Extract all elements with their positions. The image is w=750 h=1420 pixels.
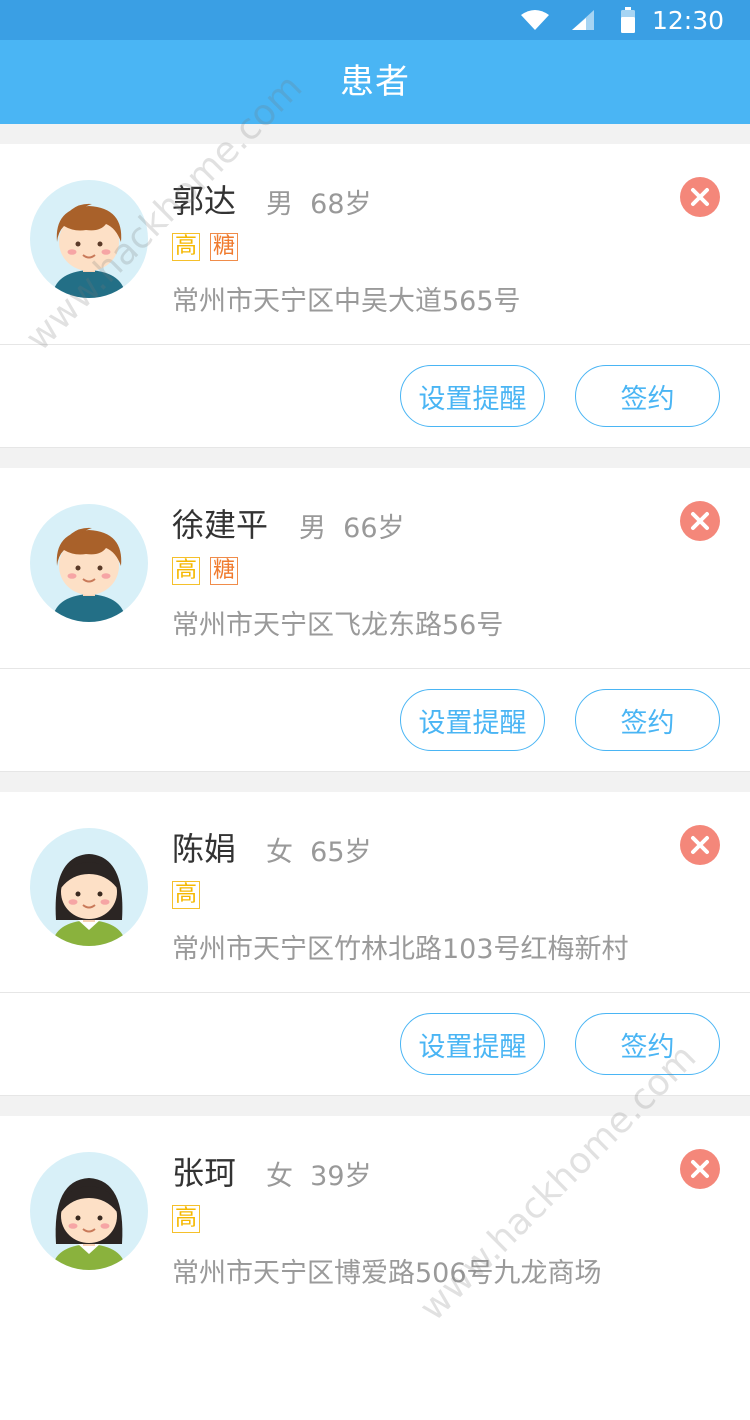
wifi-icon (520, 10, 549, 30)
sign-contract-button[interactable]: 签约 (575, 365, 720, 427)
condition-tags: 高 (172, 1205, 200, 1233)
card-actions: 设置提醒 签约 (0, 992, 750, 1096)
patient-gender-age: 男 66岁 (299, 506, 405, 545)
tag-diabetes: 糖 (210, 557, 238, 585)
set-reminder-button[interactable]: 设置提醒 (400, 1013, 545, 1075)
patient-name: 郭达 (172, 182, 237, 220)
close-icon (680, 1149, 720, 1189)
patient-gender: 男 (266, 189, 293, 220)
status-time: 12:30 (651, 5, 724, 35)
tag-hypertension: 高 (172, 1205, 200, 1233)
remove-patient-button[interactable] (680, 501, 720, 541)
patient-gender: 女 (266, 1161, 293, 1192)
patient-name: 陈娟 (172, 830, 237, 868)
close-icon (680, 501, 720, 541)
status-icons: 12:30 (520, 0, 724, 40)
remove-patient-button[interactable] (680, 825, 720, 865)
page-title: 患者 (340, 62, 410, 102)
condition-tags: 高 糖 (172, 233, 238, 261)
remove-patient-button[interactable] (680, 177, 720, 217)
patient-age: 39岁 (310, 1161, 372, 1192)
patient-gender-age: 女 39岁 (266, 1154, 372, 1193)
patient-gender-age: 男 68岁 (266, 182, 372, 221)
status-bar: 12:30 (0, 0, 750, 40)
patient-card: 郭达 男 68岁 高 糖 常州市天宁区中吴大道565号 设置提醒 签约 (0, 144, 750, 448)
patient-card: 张珂 女 39岁 高 常州市天宁区博爱路506号九龙商场 (0, 1116, 750, 1420)
tag-hypertension: 高 (172, 233, 200, 261)
patient-card: 陈娟 女 65岁 高 常州市天宁区竹林北路103号红梅新村 设置提醒 签约 (0, 792, 750, 1096)
close-icon (680, 177, 720, 217)
patient-gender-age: 女 65岁 (266, 830, 372, 869)
patient-address: 常州市天宁区飞龙东路56号 (172, 610, 504, 641)
close-icon (680, 825, 720, 865)
patient-age: 65岁 (310, 837, 372, 868)
remove-patient-button[interactable] (680, 1149, 720, 1189)
patient-age: 66岁 (343, 513, 405, 544)
cell-signal-icon (571, 10, 594, 30)
boy-avatar-icon (30, 504, 148, 622)
girl-avatar-icon (30, 828, 148, 946)
patient-name: 徐建平 (172, 506, 269, 544)
patient-card: 徐建平 男 66岁 高 糖 常州市天宁区飞龙东路56号 设置提醒 签约 (0, 468, 750, 772)
sign-contract-button[interactable]: 签约 (575, 1013, 720, 1075)
patient-age: 68岁 (310, 189, 372, 220)
patient-gender: 女 (266, 837, 293, 868)
tag-hypertension: 高 (172, 881, 200, 909)
patient-address: 常州市天宁区博爱路506号九龙商场 (172, 1258, 602, 1289)
battery-icon (620, 7, 635, 33)
app-header: 患者 (0, 40, 750, 124)
condition-tags: 高 糖 (172, 557, 238, 585)
card-actions: 设置提醒 签约 (0, 668, 750, 772)
patient-gender: 男 (299, 513, 326, 544)
patient-name: 张珂 (172, 1154, 237, 1192)
sign-contract-button[interactable]: 签约 (575, 689, 720, 751)
girl-avatar-icon (30, 1152, 148, 1270)
tag-diabetes: 糖 (210, 233, 238, 261)
card-actions: 设置提醒 签约 (0, 344, 750, 448)
boy-avatar-icon (30, 180, 148, 298)
tag-hypertension: 高 (172, 557, 200, 585)
set-reminder-button[interactable]: 设置提醒 (400, 689, 545, 751)
condition-tags: 高 (172, 881, 200, 909)
set-reminder-button[interactable]: 设置提醒 (400, 365, 545, 427)
patient-address: 常州市天宁区中吴大道565号 (172, 286, 521, 317)
patient-address: 常州市天宁区竹林北路103号红梅新村 (172, 934, 629, 965)
